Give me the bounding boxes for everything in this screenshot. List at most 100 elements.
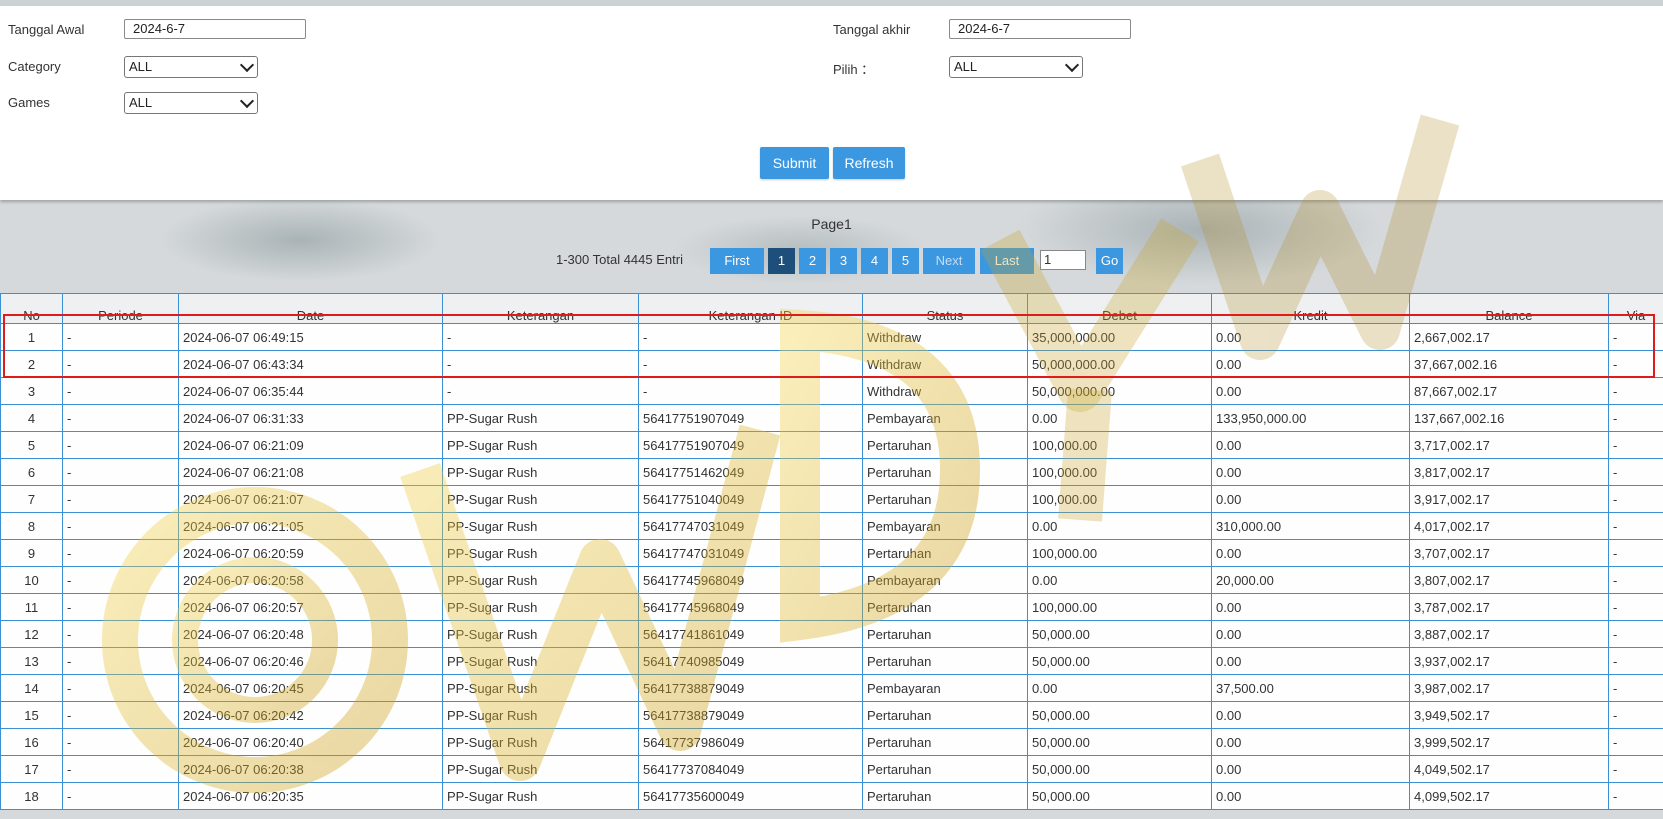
transactions-table: No Periode Date Keterangan Keterangan ID…: [0, 293, 1663, 810]
cell-no: 15: [0, 701, 63, 729]
cell-keterangan: PP-Sugar Rush: [442, 674, 639, 702]
page-title: Page1: [811, 216, 852, 232]
cell-keterangan-id[interactable]: 56417738879049: [638, 701, 863, 729]
table-row[interactable]: 8-2024-06-07 06:21:05 PP-Sugar Rush 564177…: [0, 512, 1663, 540]
table-row[interactable]: 11-2024-06-07 06:20:57 PP-Sugar Rush 56417…: [0, 593, 1663, 621]
table-row[interactable]: 14-2024-06-07 06:20:45 PP-Sugar Rush 56417…: [0, 674, 1663, 702]
cell-keterangan-id[interactable]: 56417751462049: [638, 458, 863, 486]
cell-keterangan-id[interactable]: 56417741861049: [638, 620, 863, 648]
cell-debet: 50,000,000.00: [1027, 377, 1212, 405]
cell-via: -: [1608, 485, 1663, 513]
tanggal-awal-input[interactable]: 2024-6-7: [124, 19, 306, 39]
cell-balance: 4,017,002.17: [1409, 512, 1609, 540]
column-header-keterangan-id[interactable]: Keterangan ID: [638, 293, 863, 324]
cell-debet: 0.00: [1027, 404, 1212, 432]
page-button-3[interactable]: 3: [830, 248, 857, 274]
cell-via: -: [1608, 566, 1663, 594]
goto-page-input[interactable]: 1: [1040, 250, 1086, 270]
refresh-button[interactable]: Refresh: [833, 147, 905, 179]
table-row[interactable]: 5-2024-06-07 06:21:09 PP-Sugar Rush 564177…: [0, 431, 1663, 459]
cell-status: Pertaruhan: [862, 620, 1028, 648]
category-select[interactable]: ALL: [124, 56, 258, 78]
cell-kredit: 0.00: [1211, 701, 1410, 729]
table-row[interactable]: 15-2024-06-07 06:20:42 PP-Sugar Rush 56417…: [0, 701, 1663, 729]
column-header-debet[interactable]: Debet: [1027, 293, 1212, 324]
cell-keterangan-id[interactable]: 56417751907049: [638, 404, 863, 432]
cell-keterangan-id[interactable]: 56417747031049: [638, 512, 863, 540]
submit-button[interactable]: Submit: [760, 147, 829, 179]
cell-periode: -: [62, 512, 179, 540]
column-header-no[interactable]: No: [0, 293, 63, 324]
cell-no: 8: [0, 512, 63, 540]
column-header-kredit[interactable]: Kredit: [1211, 293, 1410, 324]
last-page-button[interactable]: Last: [980, 248, 1034, 274]
cell-keterangan-id[interactable]: 56417735600049: [638, 782, 863, 810]
column-header-status[interactable]: Status: [862, 293, 1028, 324]
cell-kredit: 0.00: [1211, 377, 1410, 405]
tanggal-akhir-input[interactable]: 2024-6-7: [949, 19, 1131, 39]
table-row[interactable]: 12-2024-06-07 06:20:48 PP-Sugar Rush 56417…: [0, 620, 1663, 648]
cell-debet: 35,000,000.00: [1027, 323, 1212, 351]
table-row[interactable]: 2-2024-06-07 06:43:34- - Withdraw 50,000,00…: [0, 350, 1663, 378]
cell-balance: 3,917,002.17: [1409, 485, 1609, 513]
page-button-4[interactable]: 4: [861, 248, 888, 274]
cell-periode: -: [62, 566, 179, 594]
cell-balance: 37,667,002.16: [1409, 350, 1609, 378]
cell-date: 2024-06-07 06:49:15: [178, 323, 443, 351]
cell-keterangan: PP-Sugar Rush: [442, 782, 639, 810]
cell-status: Pertaruhan: [862, 539, 1028, 567]
cell-via: -: [1608, 620, 1663, 648]
cell-no: 5: [0, 431, 63, 459]
cell-periode: -: [62, 728, 179, 756]
column-header-keterangan[interactable]: Keterangan: [442, 293, 639, 324]
cell-keterangan-id[interactable]: 56417747031049: [638, 539, 863, 567]
first-page-button[interactable]: First: [710, 248, 764, 274]
cell-no: 4: [0, 404, 63, 432]
column-header-via[interactable]: Via: [1608, 293, 1663, 324]
pilih-select-value: ALL: [954, 59, 978, 74]
next-page-button[interactable]: Next: [923, 248, 975, 274]
table-row[interactable]: 17-2024-06-07 06:20:38 PP-Sugar Rush 56417…: [0, 755, 1663, 783]
table-row[interactable]: 4-2024-06-07 06:31:33 PP-Sugar Rush 564177…: [0, 404, 1663, 432]
go-button[interactable]: Go: [1096, 248, 1123, 274]
table-row[interactable]: 9-2024-06-07 06:20:59 PP-Sugar Rush 564177…: [0, 539, 1663, 567]
column-header-periode[interactable]: Periode: [62, 293, 179, 324]
table-row[interactable]: 7-2024-06-07 06:21:07 PP-Sugar Rush 564177…: [0, 485, 1663, 513]
cell-debet: 100,000.00: [1027, 431, 1212, 459]
cell-keterangan-id[interactable]: 56417745968049: [638, 593, 863, 621]
table-row[interactable]: 6-2024-06-07 06:21:08 PP-Sugar Rush 564177…: [0, 458, 1663, 486]
cell-date: 2024-06-07 06:43:34: [178, 350, 443, 378]
cell-no: 18: [0, 782, 63, 810]
cell-keterangan: PP-Sugar Rush: [442, 458, 639, 486]
page-button-1[interactable]: 1: [768, 248, 795, 274]
cell-status: Withdraw: [862, 350, 1028, 378]
games-select[interactable]: ALL: [124, 92, 258, 114]
cell-periode: -: [62, 323, 179, 351]
table-row[interactable]: 16-2024-06-07 06:20:40 PP-Sugar Rush 56417…: [0, 728, 1663, 756]
cell-keterangan-id[interactable]: 56417751040049: [638, 485, 863, 513]
cell-debet: 50,000.00: [1027, 728, 1212, 756]
table-row[interactable]: 18-2024-06-07 06:20:35 PP-Sugar Rush 56417…: [0, 782, 1663, 810]
cell-keterangan-id[interactable]: 56417737986049: [638, 728, 863, 756]
table-row[interactable]: 13-2024-06-07 06:20:46 PP-Sugar Rush 56417…: [0, 647, 1663, 675]
cell-debet: 50,000,000.00: [1027, 350, 1212, 378]
cell-status: Pertaruhan: [862, 647, 1028, 675]
table-row[interactable]: 1-2024-06-07 06:49:15- - Withdraw 35,000,00…: [0, 323, 1663, 351]
page-button-2[interactable]: 2: [799, 248, 826, 274]
cell-keterangan-id[interactable]: 56417740985049: [638, 647, 863, 675]
pilih-select[interactable]: ALL: [949, 56, 1083, 78]
cell-keterangan-id[interactable]: 56417745968049: [638, 566, 863, 594]
cell-balance: 3,887,002.17: [1409, 620, 1609, 648]
cell-keterangan-id[interactable]: 56417751907049: [638, 431, 863, 459]
cell-status: Pertaruhan: [862, 593, 1028, 621]
column-header-balance[interactable]: Balance: [1409, 293, 1609, 324]
category-label: Category: [8, 59, 61, 74]
column-header-date[interactable]: Date: [178, 293, 443, 324]
cell-via: -: [1608, 674, 1663, 702]
table-row[interactable]: 3-2024-06-07 06:35:44- - Withdraw 50,000,00…: [0, 377, 1663, 405]
table-row[interactable]: 10-2024-06-07 06:20:58 PP-Sugar Rush 56417…: [0, 566, 1663, 594]
cell-via: -: [1608, 593, 1663, 621]
cell-keterangan-id[interactable]: 56417738879049: [638, 674, 863, 702]
cell-keterangan-id[interactable]: 56417737084049: [638, 755, 863, 783]
page-button-5[interactable]: 5: [892, 248, 919, 274]
